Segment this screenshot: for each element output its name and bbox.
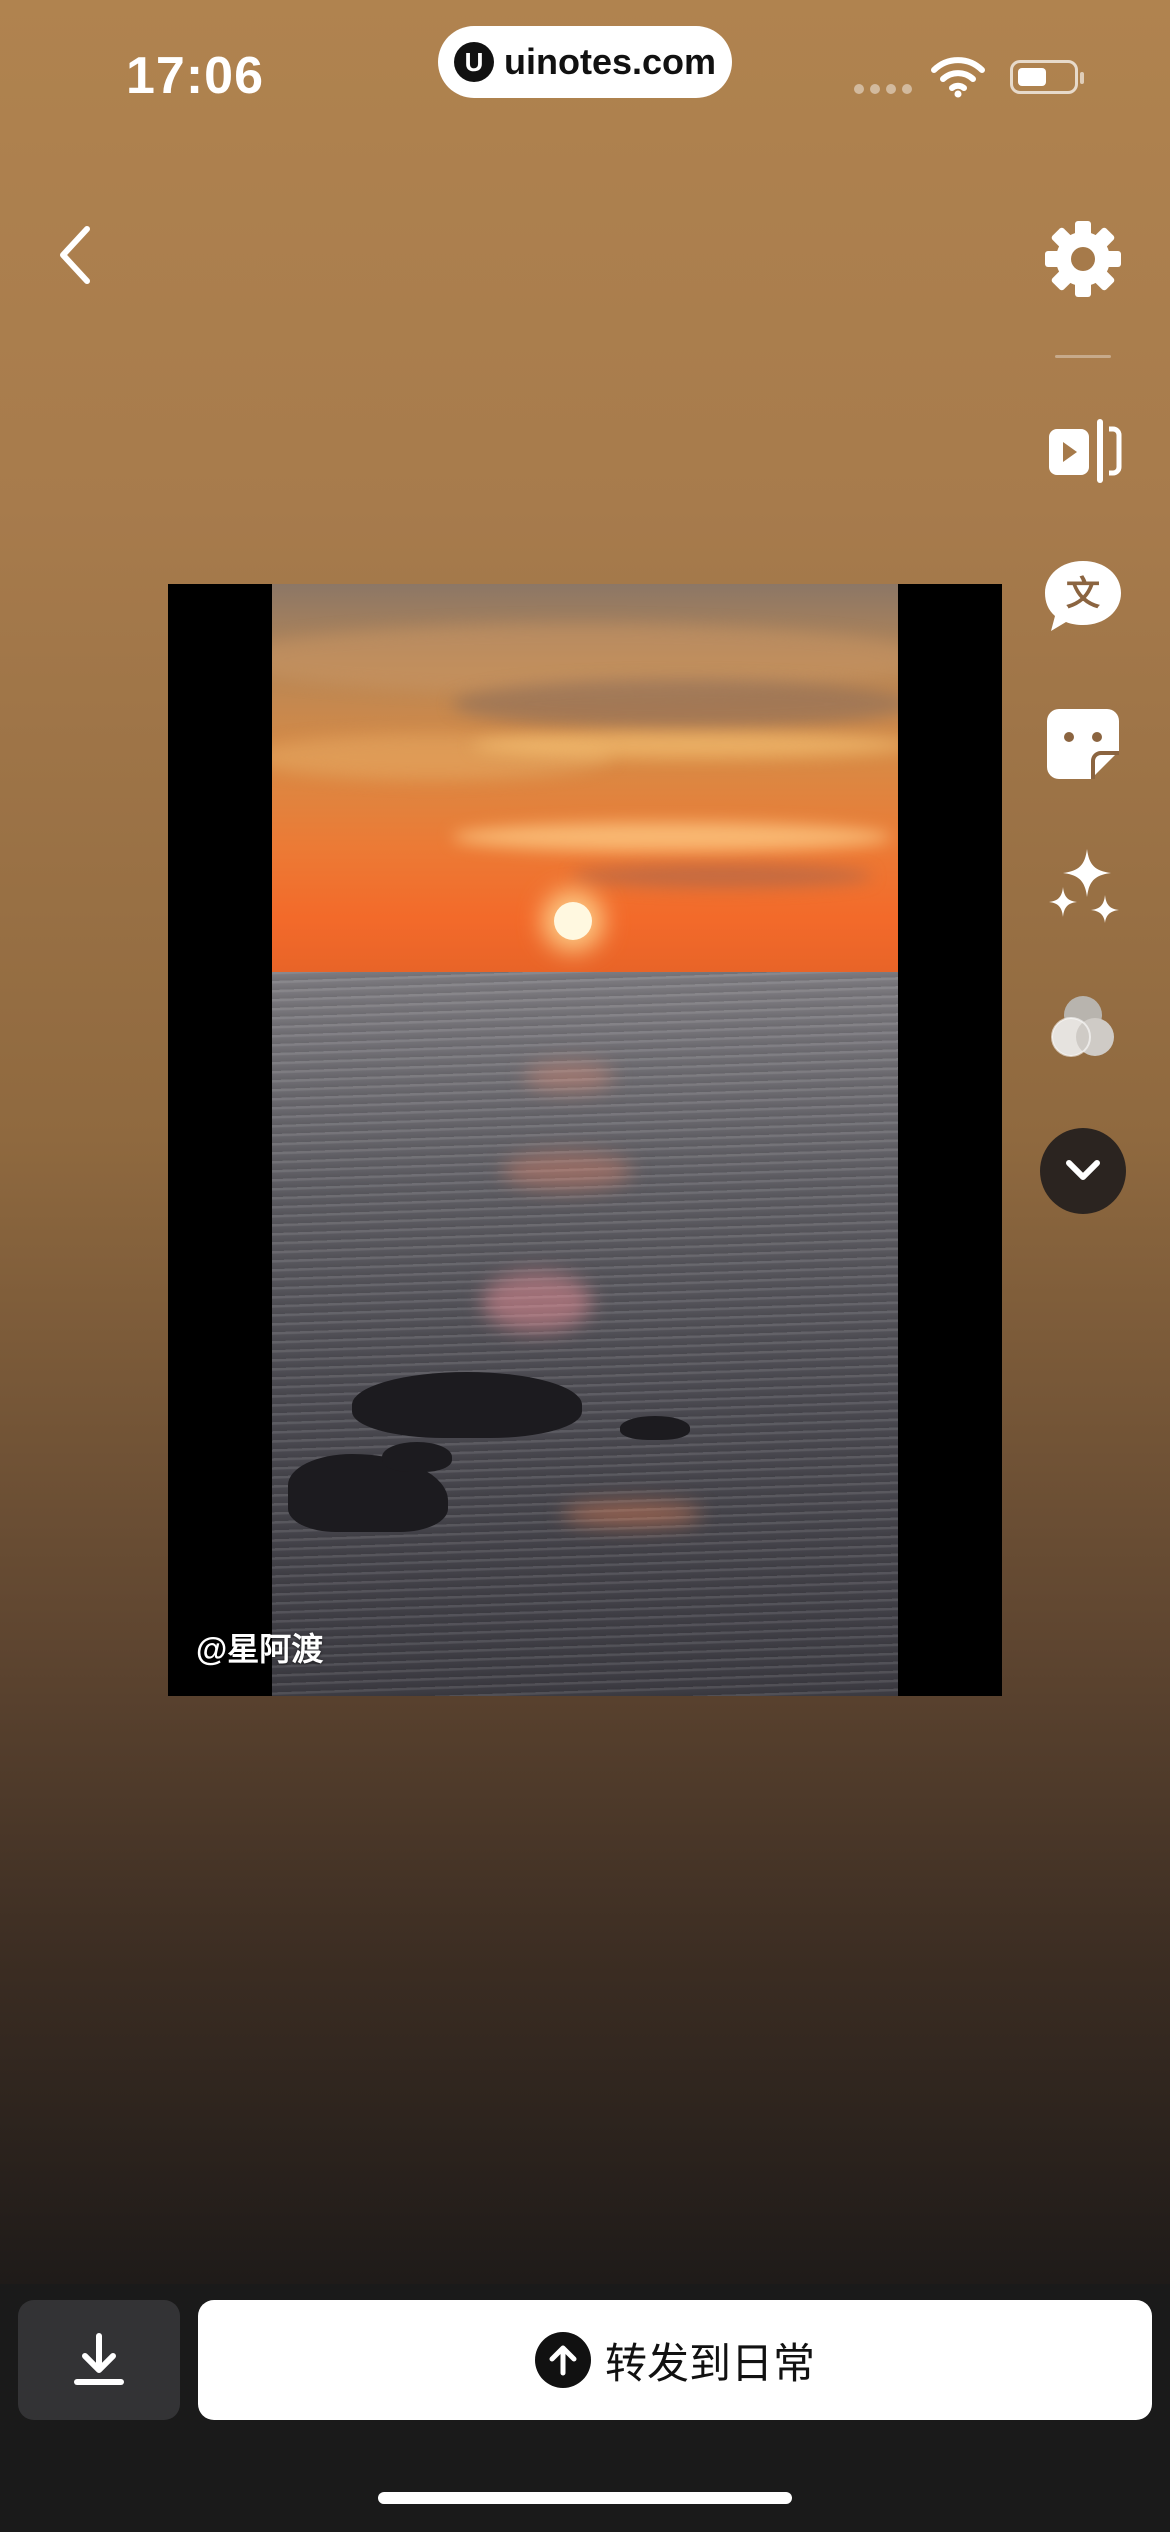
sparkles-icon [1049,849,1119,923]
site-badge: U uinotes.com [438,26,732,98]
download-button[interactable] [18,2300,180,2420]
sticker-button[interactable] [1038,698,1128,788]
effects-button[interactable] [1038,840,1128,930]
text-bubble-icon: 文 [1045,561,1121,631]
split-clip-button[interactable] [1038,406,1128,496]
cellular-signal-icon [854,84,912,94]
chevron-left-icon [60,226,90,284]
download-icon [74,2333,124,2385]
back-button[interactable] [40,210,110,300]
site-logo-icon: U [453,42,494,82]
home-indicator[interactable] [378,2492,792,2504]
sticker-icon [1047,709,1119,779]
text-button[interactable]: 文 [1038,552,1128,642]
gear-icon [1045,221,1121,297]
filters-icon [1051,996,1114,1057]
forward-button-label: 转发到日常 [604,2339,815,2387]
chevron-down-icon [1066,1160,1100,1180]
filters-button[interactable] [1038,984,1128,1074]
status-bar: 17:06 U uinotes.com [0,0,1170,140]
forward-to-daily-button[interactable]: 转发到日常 [198,2300,1152,2420]
sunset-sea-image [272,584,898,1696]
battery-icon [1010,60,1084,94]
video-preview[interactable]: @星阿渡 [168,584,1002,1696]
settings-button[interactable] [1038,214,1128,304]
arrow-up-icon [534,2332,591,2388]
video-watermark: @星阿渡 [196,1631,324,1667]
svg-text:文: 文 [1066,574,1100,614]
site-domain: uinotes.com [503,41,717,82]
toolbar-divider [1055,355,1111,358]
more-tools-button[interactable] [1040,1128,1126,1214]
status-time: 17:06 [126,47,264,105]
wifi-icon [930,56,986,103]
split-clip-icon [1049,419,1122,483]
